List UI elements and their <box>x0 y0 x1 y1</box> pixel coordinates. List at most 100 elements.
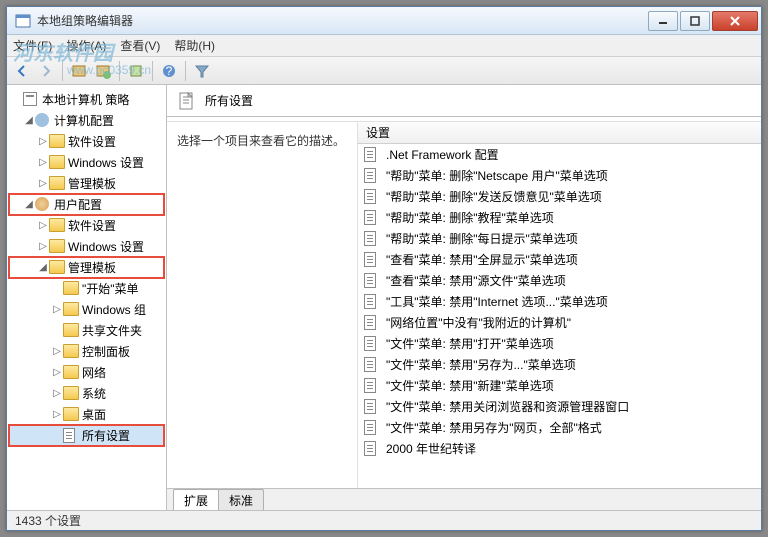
column-header-setting[interactable]: 设置 <box>358 122 761 144</box>
setting-icon <box>364 294 380 310</box>
expand-icon[interactable]: ▷ <box>37 157 49 168</box>
list-item[interactable]: "网络位置"中没有"我附近的计算机" <box>358 312 761 333</box>
tree-desktop[interactable]: ▷桌面 <box>9 404 164 425</box>
paper-icon <box>177 91 197 111</box>
menu-help[interactable]: 帮助(H) <box>174 37 215 54</box>
list-item[interactable]: "帮助"菜单: 删除"发送反馈意见"菜单选项 <box>358 186 761 207</box>
tree-shared-folders[interactable]: 共享文件夹 <box>9 320 164 341</box>
list-item[interactable]: 2000 年世纪转译 <box>358 438 761 459</box>
setting-icon <box>364 189 380 205</box>
setting-icon <box>364 315 380 331</box>
tree-control-panel[interactable]: ▷控制面板 <box>9 341 164 362</box>
description-pane: 选择一个项目来查看它的描述。 <box>167 122 357 488</box>
tree-comp-software[interactable]: ▷软件设置 <box>9 131 164 152</box>
setting-icon <box>364 399 380 415</box>
help-button[interactable]: ? <box>158 60 180 82</box>
setting-icon <box>364 210 380 226</box>
list-item[interactable]: "文件"菜单: 禁用另存为"网页，全部"格式 <box>358 417 761 438</box>
svg-text:?: ? <box>166 64 173 78</box>
tree-comp-admin[interactable]: ▷管理模板 <box>9 173 164 194</box>
folder-icon <box>63 281 79 297</box>
details-body: 选择一个项目来查看它的描述。 设置 .Net Framework 配置 "帮助"… <box>167 121 761 488</box>
list-item[interactable]: "帮助"菜单: 删除"每日提示"菜单选项 <box>358 228 761 249</box>
toolbar-btn-3[interactable] <box>125 60 147 82</box>
list-item[interactable]: "文件"菜单: 禁用关闭浏览器和资源管理器窗口 <box>358 396 761 417</box>
list-item[interactable]: "文件"菜单: 禁用"另存为..."菜单选项 <box>358 354 761 375</box>
list-scroll[interactable]: .Net Framework 配置 "帮助"菜单: 删除"Netscape 用户… <box>358 144 761 488</box>
setting-icon <box>364 420 380 436</box>
folder-icon <box>63 344 79 360</box>
tab-standard[interactable]: 标准 <box>218 489 264 510</box>
menu-view[interactable]: 查看(V) <box>120 37 160 54</box>
collapse-icon[interactable]: ◢ <box>23 199 35 210</box>
setting-icon <box>364 336 380 352</box>
toolbar-separator <box>185 61 186 81</box>
collapse-icon[interactable]: ◢ <box>37 262 49 273</box>
tree-comp-windows[interactable]: ▷Windows 设置 <box>9 152 164 173</box>
status-text: 1433 个设置 <box>15 512 81 529</box>
user-icon <box>35 197 51 213</box>
toolbar: ? <box>7 57 761 85</box>
tab-extended[interactable]: 扩展 <box>173 489 219 510</box>
maximize-button[interactable] <box>680 11 710 31</box>
folder-icon <box>49 155 65 171</box>
tree-all-settings[interactable]: 所有设置 <box>9 425 164 446</box>
description-prompt: 选择一个项目来查看它的描述。 <box>177 134 345 148</box>
list-item[interactable]: "查看"菜单: 禁用"全屏显示"菜单选项 <box>358 249 761 270</box>
folder-icon <box>63 323 79 339</box>
setting-icon <box>364 252 380 268</box>
expand-icon[interactable]: ▷ <box>37 220 49 231</box>
titlebar: 本地组策略编辑器 <box>7 7 761 35</box>
expand-icon[interactable]: ▷ <box>37 178 49 189</box>
tree-root[interactable]: 本地计算机 策略 <box>9 89 164 110</box>
tree-panel[interactable]: 本地计算机 策略 ◢计算机配置 ▷软件设置 ▷Windows 设置 ▷管理模板 … <box>7 85 167 510</box>
menu-action[interactable]: 操作(A) <box>66 37 106 54</box>
minimize-button[interactable] <box>648 11 678 31</box>
expand-icon[interactable]: ▷ <box>51 409 63 420</box>
toolbar-btn-2[interactable] <box>92 60 114 82</box>
expand-icon[interactable]: ▷ <box>51 367 63 378</box>
list-item[interactable]: "工具"菜单: 禁用"Internet 选项..."菜单选项 <box>358 291 761 312</box>
expand-icon[interactable]: ▷ <box>37 136 49 147</box>
expand-icon[interactable]: ▷ <box>37 241 49 252</box>
toolbar-separator <box>152 61 153 81</box>
policy-icon <box>23 92 39 108</box>
forward-button[interactable] <box>35 60 57 82</box>
back-button[interactable] <box>11 60 33 82</box>
gear-icon <box>35 113 51 129</box>
list-item[interactable]: "查看"菜单: 禁用"源文件"菜单选项 <box>358 270 761 291</box>
content-area: 本地计算机 策略 ◢计算机配置 ▷软件设置 ▷Windows 设置 ▷管理模板 … <box>7 85 761 510</box>
toolbar-separator <box>119 61 120 81</box>
toolbar-btn-1[interactable] <box>68 60 90 82</box>
setting-icon <box>364 147 380 163</box>
setting-icon <box>364 441 380 457</box>
tree-system[interactable]: ▷系统 <box>9 383 164 404</box>
tree-user-software[interactable]: ▷软件设置 <box>9 215 164 236</box>
setting-icon <box>364 357 380 373</box>
collapse-icon[interactable]: ◢ <box>23 115 35 126</box>
tree-network[interactable]: ▷网络 <box>9 362 164 383</box>
tree-user-windows[interactable]: ▷Windows 设置 <box>9 236 164 257</box>
paper-icon <box>63 428 79 444</box>
list-item[interactable]: "文件"菜单: 禁用"新建"菜单选项 <box>358 375 761 396</box>
list-item[interactable]: "文件"菜单: 禁用"打开"菜单选项 <box>358 333 761 354</box>
tree-user-admin[interactable]: ◢管理模板 <box>9 257 164 278</box>
tree-user-config[interactable]: ◢用户配置 <box>9 194 164 215</box>
folder-icon <box>63 386 79 402</box>
tree-computer-config[interactable]: ◢计算机配置 <box>9 110 164 131</box>
details-header: 所有设置 <box>167 85 761 117</box>
expand-icon[interactable]: ▷ <box>51 346 63 357</box>
close-button[interactable] <box>712 11 758 31</box>
toolbar-separator <box>62 61 63 81</box>
expand-icon[interactable]: ▷ <box>51 304 63 315</box>
list-item[interactable]: "帮助"菜单: 删除"Netscape 用户"菜单选项 <box>358 165 761 186</box>
list-item[interactable]: "帮助"菜单: 删除"教程"菜单选项 <box>358 207 761 228</box>
expand-icon[interactable]: ▷ <box>51 388 63 399</box>
statusbar: 1433 个设置 <box>7 510 761 530</box>
filter-button[interactable] <box>191 60 213 82</box>
app-icon <box>15 13 31 29</box>
tree-start-menu[interactable]: "开始"菜单 <box>9 278 164 299</box>
tree-windows-comp[interactable]: ▷Windows 组 <box>9 299 164 320</box>
menu-file[interactable]: 文件(F) <box>13 37 52 54</box>
list-item[interactable]: .Net Framework 配置 <box>358 144 761 165</box>
